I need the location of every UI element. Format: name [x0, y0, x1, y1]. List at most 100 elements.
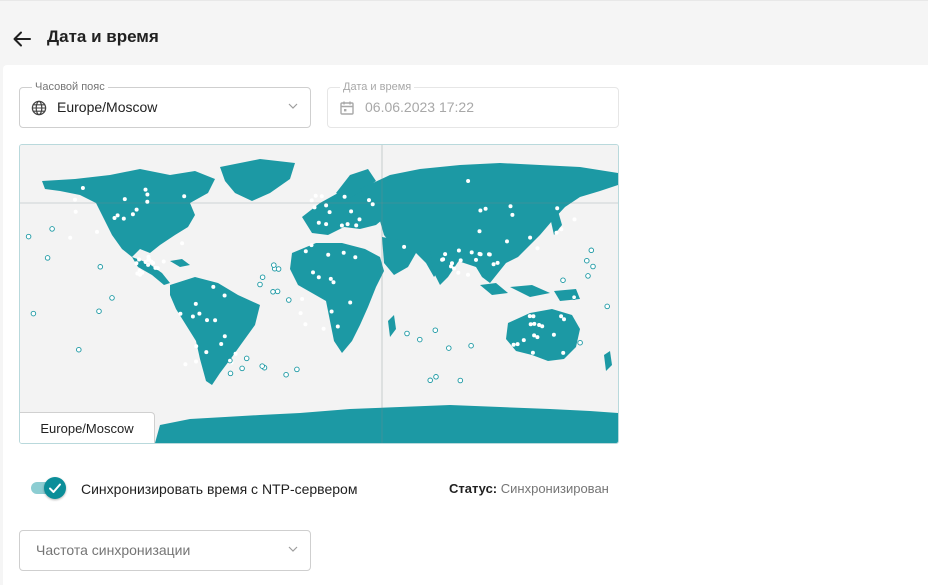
timezone-point[interactable]	[324, 222, 329, 227]
timezone-point[interactable]	[73, 209, 78, 214]
timezone-point[interactable]	[112, 216, 117, 220]
timezone-point[interactable]	[324, 203, 329, 208]
timezone-point[interactable]	[367, 198, 371, 203]
timezone-point[interactable]	[478, 252, 483, 257]
timezone-point[interactable]	[153, 265, 158, 270]
timezone-point[interactable]	[527, 314, 532, 319]
timezone-point[interactable]	[531, 314, 536, 319]
timezone-point[interactable]	[190, 314, 195, 319]
timezone-point[interactable]	[528, 322, 533, 327]
timezone-point[interactable]	[590, 263, 596, 270]
timezone-point[interactable]	[457, 377, 464, 384]
timezone-point[interactable]	[115, 213, 120, 218]
timezone-point[interactable]	[303, 249, 308, 254]
timezone-point[interactable]	[540, 324, 545, 329]
timezone-point[interactable]	[316, 275, 321, 280]
timezone-point[interactable]	[433, 374, 439, 380]
timezone-point[interactable]	[145, 192, 150, 197]
timezone-point[interactable]	[130, 212, 135, 217]
timezone-point[interactable]	[312, 205, 317, 210]
timezone-point[interactable]	[211, 284, 216, 289]
timezone-point[interactable]	[466, 179, 471, 183]
timezone-point[interactable]	[140, 270, 145, 275]
back-button[interactable]	[8, 25, 36, 53]
timezone-point[interactable]	[143, 187, 148, 192]
timezone-point[interactable]	[554, 230, 559, 235]
timezone-point[interactable]	[357, 217, 362, 222]
timezone-point[interactable]	[286, 297, 292, 303]
timezone-point[interactable]	[339, 223, 344, 228]
timezone-point[interactable]	[222, 334, 227, 339]
timezone-point[interactable]	[491, 262, 496, 267]
timezone-point[interactable]	[44, 255, 51, 261]
timezone-point[interactable]	[345, 222, 350, 227]
timezone-point[interactable]	[528, 235, 533, 240]
timezone-point[interactable]	[97, 264, 104, 270]
timezone-point[interactable]	[146, 254, 151, 259]
timezone-point[interactable]	[584, 257, 590, 264]
timezone-point[interactable]	[182, 194, 187, 199]
timezone-point[interactable]	[417, 336, 423, 343]
timezone-point[interactable]	[270, 289, 276, 295]
timezone-point[interactable]	[555, 206, 560, 211]
timezone-point[interactable]	[349, 209, 354, 214]
timezone-point[interactable]	[122, 197, 127, 202]
timezone-point[interactable]	[193, 301, 198, 306]
timezone-point[interactable]	[478, 208, 483, 213]
timezone-point[interactable]	[303, 322, 308, 327]
timezone-point[interactable]	[205, 318, 209, 323]
timezone-point[interactable]	[227, 357, 233, 364]
timezone-point[interactable]	[275, 266, 282, 272]
timezone-point[interactable]	[274, 288, 281, 295]
timezone-point[interactable]	[194, 359, 198, 364]
timezone-point[interactable]	[219, 342, 224, 346]
timezone-point[interactable]	[239, 365, 245, 372]
timezone-point[interactable]	[311, 270, 315, 275]
timezone-point[interactable]	[197, 311, 202, 316]
timezone-point[interactable]	[466, 272, 470, 277]
timezone-point[interactable]	[353, 255, 358, 260]
timezone-point[interactable]	[474, 257, 478, 262]
timezone-point[interactable]	[121, 216, 126, 221]
timezone-point[interactable]	[137, 257, 142, 262]
timezone-point[interactable]	[511, 342, 516, 347]
timezone-point[interactable]	[257, 281, 263, 288]
timezone-select[interactable]: Часовой пояс Europe/Moscow	[19, 80, 311, 128]
timezone-point[interactable]	[348, 300, 353, 305]
timezone-point[interactable]	[30, 310, 37, 317]
timezone-point[interactable]	[515, 342, 520, 347]
timezone-point[interactable]	[326, 252, 331, 257]
timezone-point[interactable]	[294, 366, 300, 373]
timezone-point[interactable]	[559, 314, 564, 319]
timezone-point[interactable]	[562, 317, 566, 322]
timezone-point[interactable]	[354, 223, 359, 228]
timezone-point[interactable]	[456, 248, 461, 253]
timezone-point[interactable]	[183, 362, 188, 367]
timezone-point[interactable]	[76, 346, 82, 353]
timezone-point[interactable]	[370, 202, 375, 207]
timezone-point[interactable]	[321, 326, 326, 331]
timezone-point[interactable]	[335, 324, 340, 329]
timezone-point[interactable]	[73, 197, 77, 202]
timezone-point[interactable]	[535, 246, 540, 251]
timezone-point[interactable]	[161, 259, 166, 264]
timezone-point[interactable]	[319, 194, 324, 199]
timezone-point[interactable]	[588, 247, 595, 254]
timezone-point[interactable]	[443, 252, 448, 257]
timezone-point[interactable]	[331, 280, 336, 285]
timezone-point[interactable]	[452, 266, 456, 271]
timezone-point[interactable]	[551, 332, 556, 337]
timezone-point[interactable]	[80, 186, 85, 190]
timezone-point[interactable]	[483, 206, 488, 211]
timezone-point[interactable]	[521, 338, 526, 343]
timezone-point[interactable]	[178, 311, 183, 316]
timezone-point[interactable]	[468, 342, 474, 349]
timezone-point[interactable]	[532, 321, 537, 326]
timezone-point[interactable]	[508, 204, 513, 209]
timezone-point[interactable]	[49, 226, 55, 232]
timezone-point[interactable]	[95, 229, 99, 234]
timezone-point[interactable]	[300, 297, 305, 301]
timezone-point[interactable]	[561, 350, 566, 355]
timezone-point[interactable]	[535, 335, 540, 340]
timezone-point[interactable]	[96, 308, 102, 314]
